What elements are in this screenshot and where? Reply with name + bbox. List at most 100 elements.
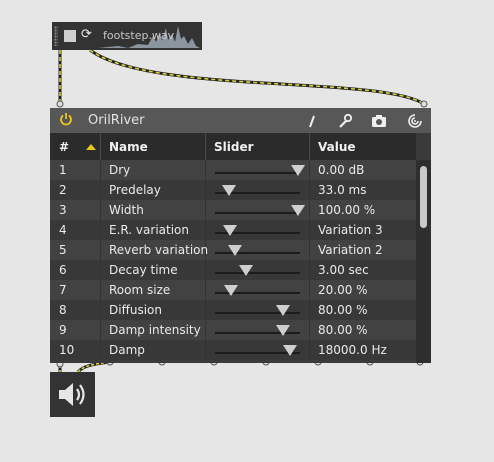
column-divider bbox=[205, 300, 206, 320]
parameter-slider-track[interactable] bbox=[215, 272, 300, 274]
parameter-name: Damp intensity bbox=[109, 323, 201, 337]
row-number: 7 bbox=[59, 283, 67, 297]
parameter-slider-thumb[interactable] bbox=[291, 205, 306, 216]
parameter-value: 80.00 % bbox=[318, 323, 368, 337]
device-titlebar: OrilRiver bbox=[50, 108, 431, 133]
column-divider bbox=[205, 200, 206, 220]
parameter-slider-track[interactable] bbox=[215, 212, 300, 214]
column-divider bbox=[100, 340, 101, 360]
column-divider bbox=[205, 180, 206, 200]
parameter-name: E.R. variation bbox=[109, 223, 189, 237]
column-divider bbox=[205, 340, 206, 360]
table-row[interactable]: 8 Diffusion 80.00 % bbox=[50, 300, 416, 320]
table-row[interactable]: 3 Width 100.00 % bbox=[50, 200, 416, 220]
parameter-name: Dry bbox=[109, 163, 131, 177]
sort-ascending-icon[interactable] bbox=[86, 144, 96, 150]
column-divider bbox=[100, 320, 101, 340]
parameter-slider-thumb[interactable] bbox=[224, 285, 239, 296]
table-row[interactable]: 1 Dry 0.00 dB bbox=[50, 160, 416, 180]
column-divider bbox=[205, 160, 206, 180]
table-row[interactable]: 4 E.R. variation Variation 3 bbox=[50, 220, 416, 240]
parameter-slider-thumb[interactable] bbox=[223, 225, 238, 236]
table-row[interactable]: 10 Damp 18000.0 Hz bbox=[50, 340, 416, 360]
column-divider bbox=[100, 240, 101, 260]
parameter-value: 80.00 % bbox=[318, 303, 368, 317]
parameter-slider-thumb[interactable] bbox=[238, 265, 253, 276]
column-divider bbox=[309, 260, 310, 280]
row-number: 6 bbox=[59, 263, 67, 277]
parameter-name: Diffusion bbox=[109, 303, 162, 317]
parameter-value: 18000.0 Hz bbox=[318, 343, 387, 357]
speaker-volume-icon bbox=[59, 383, 85, 406]
column-header-name[interactable]: Name bbox=[109, 140, 148, 154]
pencil-icon[interactable] bbox=[304, 113, 320, 129]
column-divider bbox=[309, 200, 310, 220]
audio-output-button[interactable] bbox=[50, 372, 95, 417]
table-row[interactable]: 7 Room size 20.00 % bbox=[50, 280, 416, 300]
parameter-slider-track[interactable] bbox=[215, 172, 300, 174]
row-number: 8 bbox=[59, 303, 67, 317]
parameter-value: 100.00 % bbox=[318, 203, 376, 217]
column-divider bbox=[309, 300, 310, 320]
parameter-name: Width bbox=[109, 203, 144, 217]
column-divider bbox=[205, 320, 206, 340]
parameter-slider-thumb[interactable] bbox=[221, 185, 236, 196]
parameter-value: 20.00 % bbox=[318, 283, 368, 297]
row-number: 5 bbox=[59, 243, 67, 257]
scrollbar-thumb[interactable] bbox=[420, 166, 427, 228]
table-row[interactable]: 9 Damp intensity 80.00 % bbox=[50, 320, 416, 340]
parameter-value: 33.0 ms bbox=[318, 183, 367, 197]
camera-icon[interactable] bbox=[371, 113, 387, 129]
parameter-value: 0.00 dB bbox=[318, 163, 365, 177]
table-row[interactable]: 6 Decay time 3.00 sec bbox=[50, 260, 416, 280]
parameter-name: Predelay bbox=[109, 183, 161, 197]
column-divider bbox=[309, 240, 310, 260]
device-title: OrilRiver bbox=[88, 113, 145, 128]
table-row[interactable]: 2 Predelay 33.0 ms bbox=[50, 180, 416, 200]
preset-icon[interactable] bbox=[407, 113, 423, 129]
player-filename: footstep.wav bbox=[103, 29, 175, 42]
parameter-table-header: # Name Slider Value bbox=[50, 133, 416, 160]
parameter-slider-thumb[interactable] bbox=[291, 165, 306, 176]
parameter-value: Variation 2 bbox=[318, 243, 383, 257]
table-scrollbar[interactable] bbox=[416, 160, 431, 363]
parameter-name: Decay time bbox=[109, 263, 178, 277]
column-divider bbox=[100, 180, 101, 200]
column-divider bbox=[205, 220, 206, 240]
plugin-device-window: OrilRiver # Name Slider Value 1 Dry 0.00 d… bbox=[50, 108, 431, 363]
parameter-slider-thumb[interactable] bbox=[228, 245, 243, 256]
column-divider bbox=[100, 160, 101, 180]
parameter-slider-thumb[interactable] bbox=[276, 325, 290, 336]
column-divider bbox=[309, 160, 310, 180]
loop-arrows-icon[interactable]: ⟳ bbox=[81, 27, 92, 42]
column-divider bbox=[205, 260, 206, 280]
row-number: 9 bbox=[59, 323, 67, 337]
parameter-name: Damp bbox=[109, 343, 145, 357]
parameter-value: Variation 3 bbox=[318, 223, 383, 237]
parameter-name: Room size bbox=[109, 283, 171, 297]
row-number: 1 bbox=[59, 163, 67, 177]
stop-square-icon[interactable] bbox=[64, 30, 76, 42]
table-row[interactable]: 5 Reverb variation Variation 2 bbox=[50, 240, 416, 260]
column-header-num[interactable]: # bbox=[59, 140, 69, 154]
row-number: 4 bbox=[59, 223, 67, 237]
power-icon[interactable] bbox=[59, 112, 73, 126]
row-number: 10 bbox=[59, 343, 75, 357]
column-divider bbox=[100, 300, 101, 320]
parameter-value: 3.00 sec bbox=[318, 263, 369, 277]
row-number: 2 bbox=[59, 183, 67, 197]
column-header-slider[interactable]: Slider bbox=[214, 140, 254, 154]
column-divider bbox=[100, 200, 101, 220]
parameter-name: Reverb variation bbox=[109, 243, 209, 257]
column-divider bbox=[309, 340, 310, 360]
audio-file-player[interactable]: ⟳ footstep.wav bbox=[52, 22, 202, 50]
parameter-slider-thumb[interactable] bbox=[282, 345, 297, 356]
column-divider bbox=[100, 260, 101, 280]
column-divider bbox=[100, 280, 101, 300]
column-divider bbox=[309, 220, 310, 240]
drag-handle-icon[interactable] bbox=[54, 26, 58, 46]
column-divider bbox=[205, 280, 206, 300]
parameter-slider-thumb[interactable] bbox=[276, 305, 290, 316]
column-header-value[interactable]: Value bbox=[318, 140, 356, 154]
wrench-icon[interactable] bbox=[337, 113, 353, 129]
